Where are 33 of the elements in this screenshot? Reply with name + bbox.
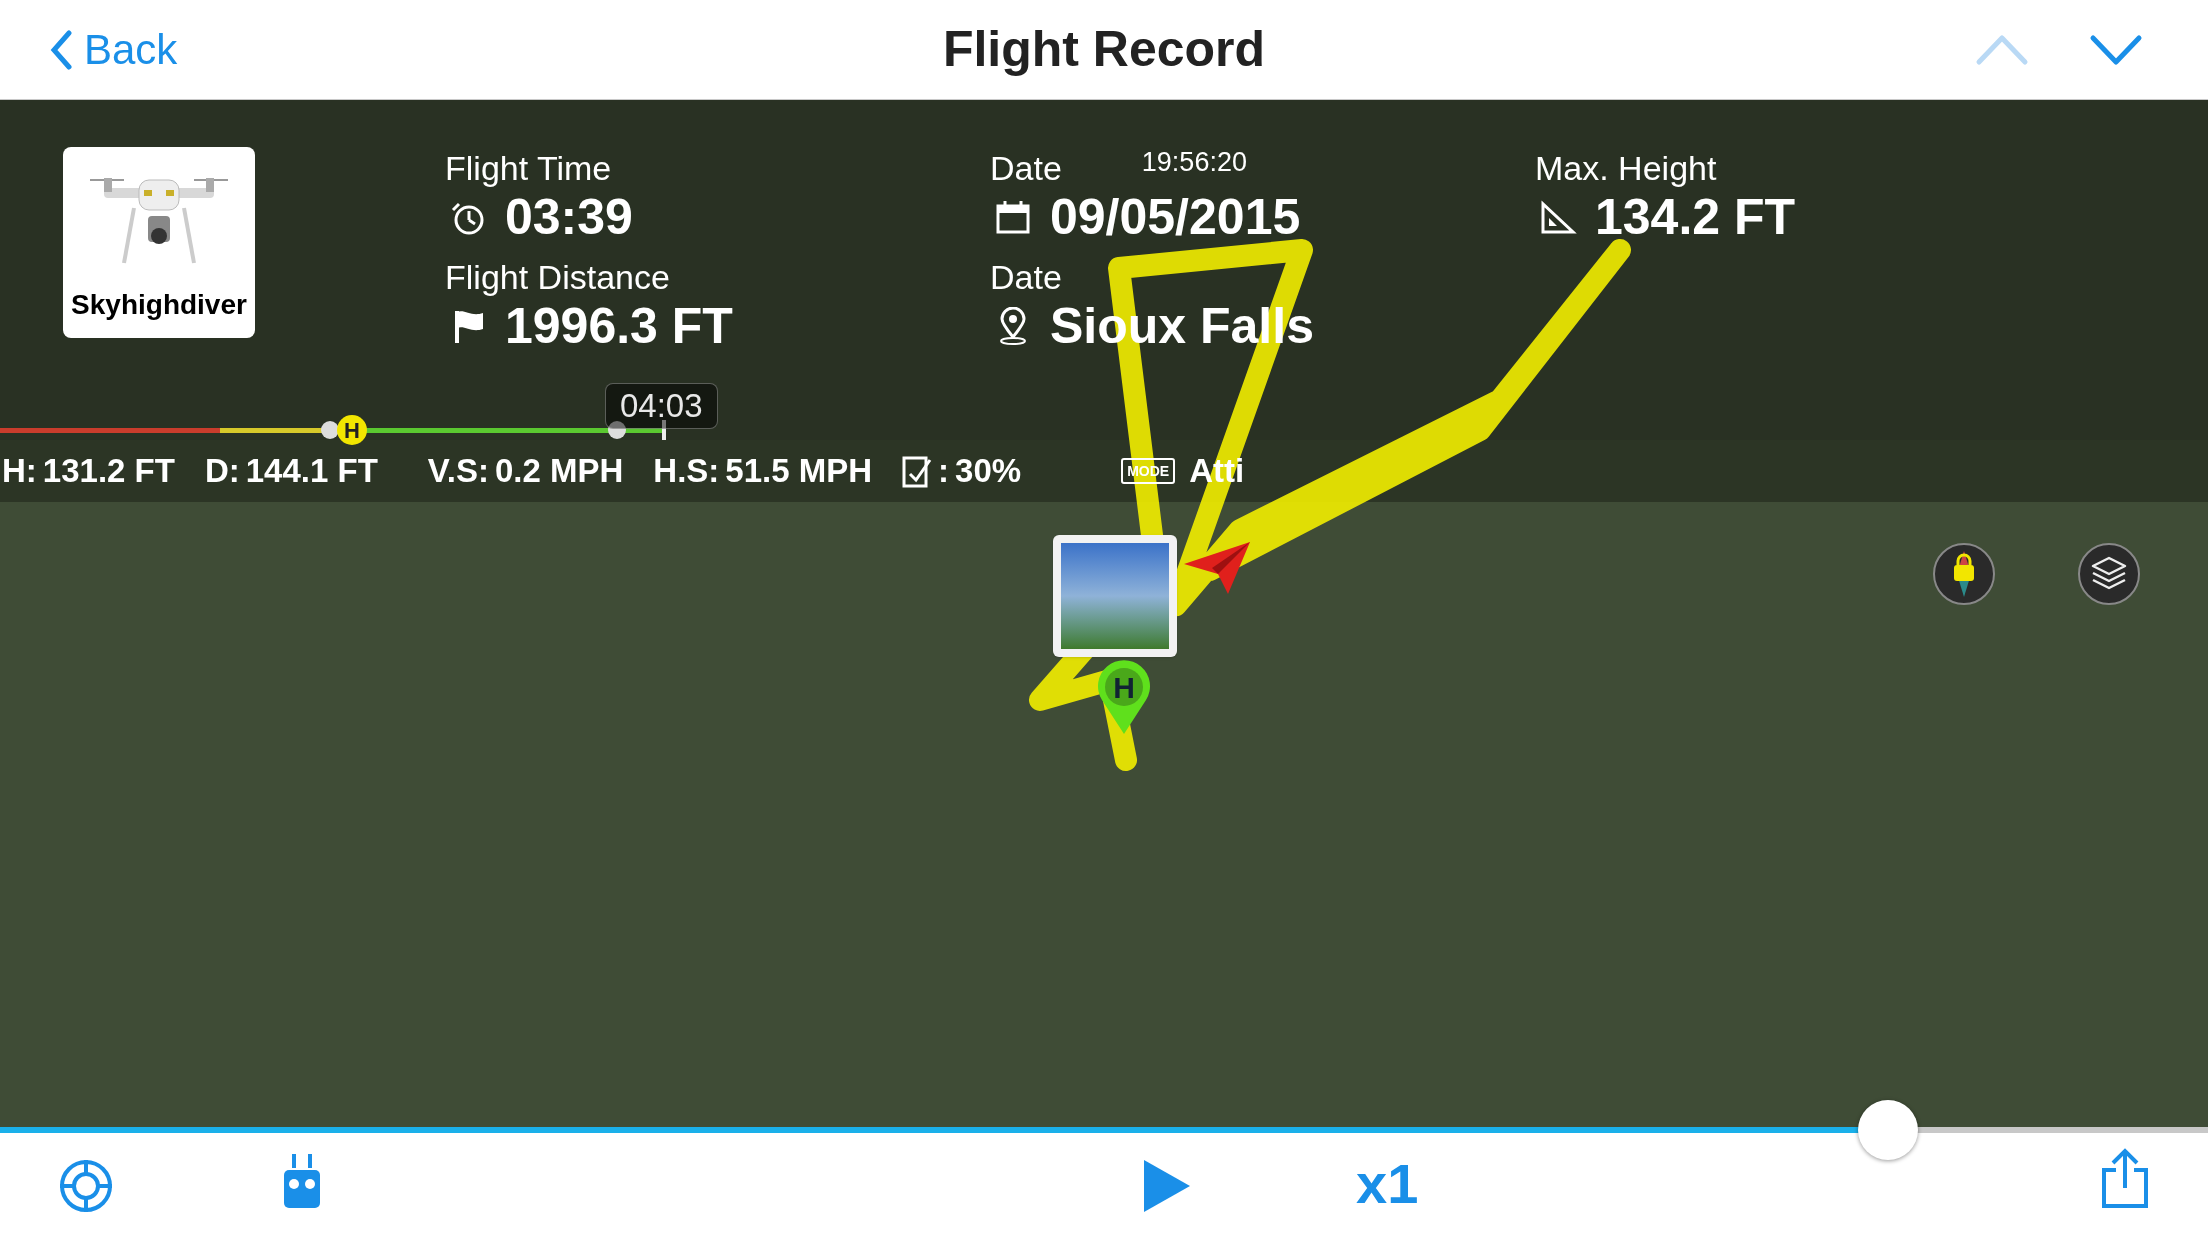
stat-value: 09/05/2015 <box>1050 188 1301 246</box>
stat-label: Date <box>990 257 1062 297</box>
stat-value: 1996.3 FT <box>505 297 733 355</box>
stat-label: Flight Time <box>445 148 612 188</box>
telemetry-value: 131.2 FT <box>42 451 175 492</box>
stat-label: Max. Height <box>1535 148 1717 188</box>
page-title: Flight Record <box>942 20 1266 79</box>
stat-value: 134.2 FT <box>1595 188 1796 246</box>
battery-check-icon <box>902 454 933 488</box>
triangle-ruler-icon <box>1539 198 1577 236</box>
telemetry-value: 30% <box>955 451 1022 492</box>
home-pin-icon: H <box>1096 660 1152 736</box>
aircraft-name: Skyhighdiver <box>71 288 247 322</box>
telemetry-value: 144.1 FT <box>245 451 378 492</box>
telemetry-label: H.S: <box>653 451 720 492</box>
play-button[interactable] <box>1142 1158 1192 1214</box>
telemetry-label: H: <box>2 451 37 492</box>
telemetry-label: V.S: <box>427 451 489 492</box>
telemetry-label: D: <box>204 451 240 492</box>
locate-button[interactable] <box>58 1158 114 1214</box>
calendar-icon <box>994 198 1032 236</box>
back-chevron-icon <box>50 29 72 70</box>
telemetry-value: 51.5 MPH <box>725 451 873 492</box>
stat-label: Flight Distance <box>445 257 670 297</box>
photo-marker[interactable] <box>1053 535 1177 657</box>
aircraft-card[interactable]: Skyhighdiver <box>63 147 255 338</box>
telemetry-label: : <box>938 451 950 492</box>
playback-slider[interactable] <box>0 1100 2208 1160</box>
stat-label: Date <box>990 148 1062 188</box>
stat-value: 03:39 <box>505 188 633 246</box>
time-of-day: 19:56:20 <box>1141 142 1247 183</box>
telemetry-value: 0.2 MPH <box>494 451 624 492</box>
share-button[interactable] <box>2100 1148 2150 1210</box>
